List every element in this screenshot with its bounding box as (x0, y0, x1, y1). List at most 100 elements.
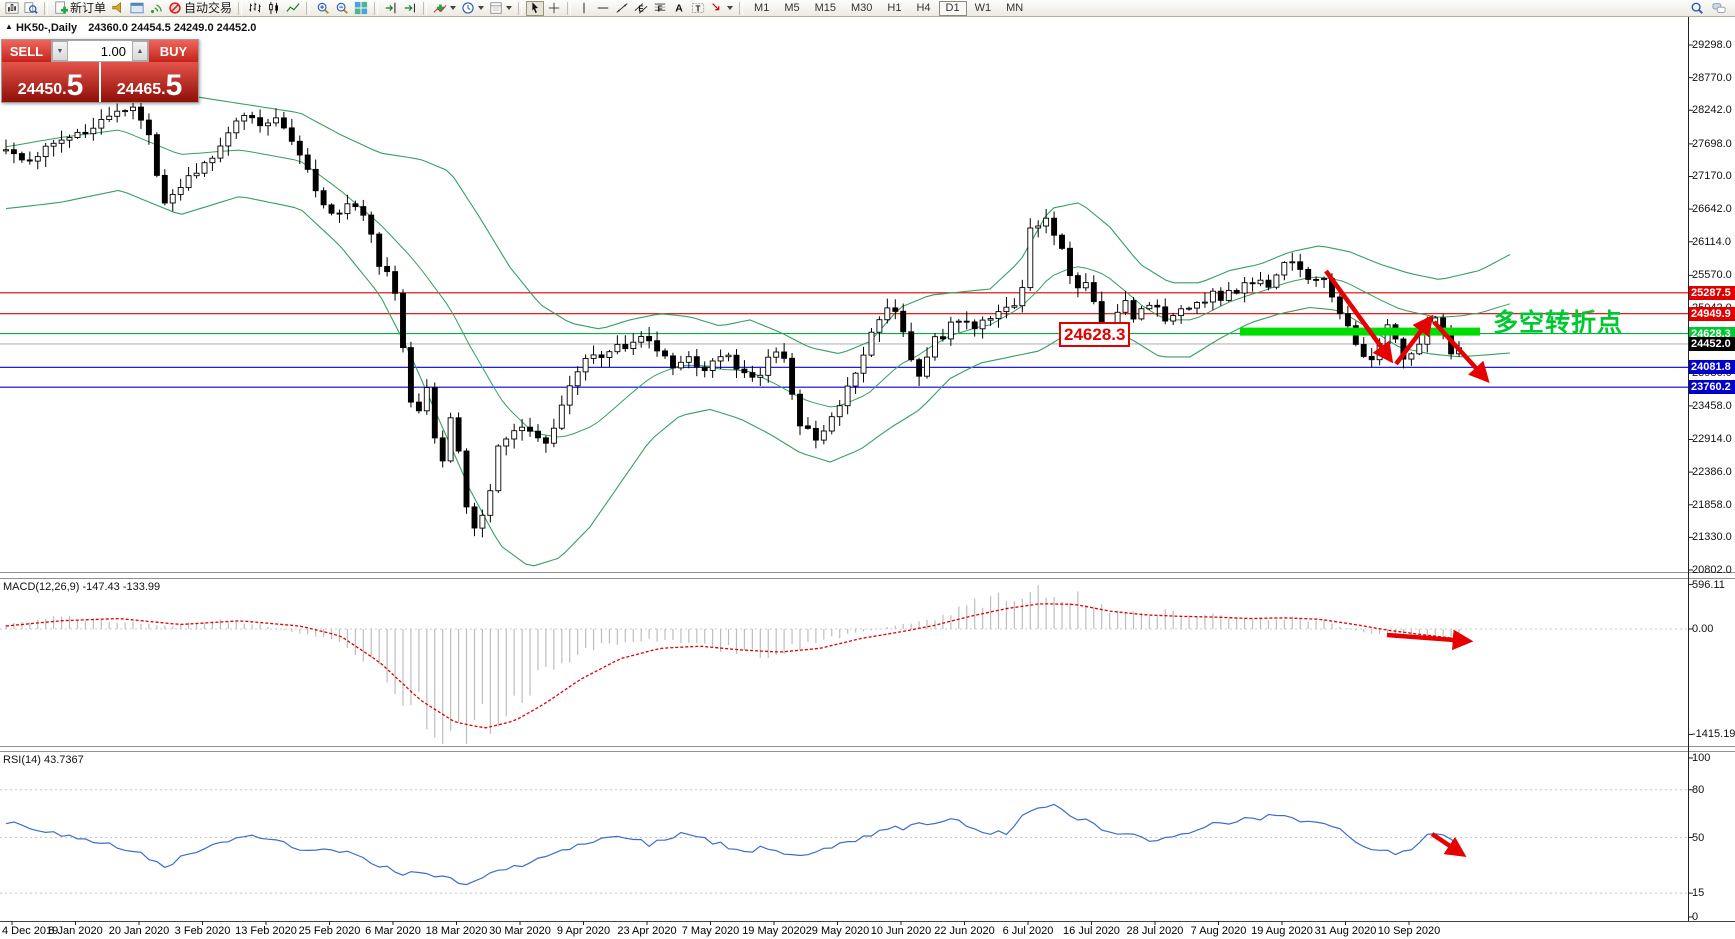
toolbar-separator (518, 2, 522, 15)
text-tool-button[interactable]: A (670, 1, 688, 16)
date-axis-label: 25 Feb 2020 (295, 925, 365, 937)
date-axis-label: 23 Apr 2020 (612, 925, 682, 937)
svg-text:A: A (675, 3, 683, 15)
chart-ohlc-values: 24360.0 24454.5 24249.0 24452.0 (88, 22, 256, 34)
arrows-tool-button[interactable] (708, 1, 735, 16)
text-label-icon: T (691, 1, 705, 15)
auto-scroll-button[interactable] (401, 1, 419, 16)
fibonacci-icon: F (653, 1, 667, 15)
vertical-line-icon (577, 1, 591, 15)
chart-title: ▲ HK50-,Daily 24360.0 24454.5 24249.0 24… (5, 22, 256, 34)
volume-value[interactable]: 1.00 (68, 41, 132, 61)
price-axis-tick: 21858.0 (1692, 498, 1735, 512)
timeframe-button-D1[interactable]: D1 (939, 1, 967, 16)
mt4-window: 新订单 自动交易 EFAT M1M5M15M30H1H4D1W1MN ▲ HK50-,… (0, 0, 1735, 939)
timeframe-button-W1[interactable]: W1 (968, 1, 999, 16)
timeframe-button-M1[interactable]: M1 (747, 1, 776, 16)
price-axis-tick: 27170.0 (1692, 169, 1735, 183)
date-axis-label: 3 Feb 2020 (168, 925, 238, 937)
date-axis-label: 9 Apr 2020 (549, 925, 619, 937)
cursor-icon (528, 1, 542, 15)
tile-windows-button[interactable] (352, 1, 370, 16)
rsi-axis-tick: 15 (1692, 887, 1735, 900)
bar-chart-button[interactable] (246, 1, 264, 16)
date-axis-label: 19 Aug 2020 (1247, 925, 1317, 937)
price-level-callout[interactable]: 24628.3 (1059, 322, 1130, 347)
toolbar-separator (567, 2, 571, 15)
crosshair-button[interactable] (545, 1, 563, 16)
timeframe-button-H1[interactable]: H1 (880, 1, 908, 16)
timeframe-button-H4[interactable]: H4 (909, 1, 937, 16)
chart-profiles-icon (24, 1, 38, 15)
volume-stepper: ▼ 1.00 ▲ (51, 40, 149, 62)
rsi-indicator-label: RSI(14) 43.7367 (3, 754, 84, 766)
trendline-button[interactable] (613, 1, 631, 16)
zoom-in-button[interactable] (314, 1, 332, 16)
autotrading-button[interactable]: 自动交易 (166, 1, 234, 16)
sell-price[interactable]: 24450. 5 (2, 62, 99, 102)
date-axis-label: 10 Jun 2020 (866, 925, 936, 937)
search-button[interactable] (1688, 1, 1706, 16)
signals-button[interactable] (147, 1, 165, 16)
fibonacci-button[interactable]: F (651, 1, 669, 16)
toolbar-separator (739, 2, 743, 15)
rsi-axis-tick: 0 (1692, 911, 1735, 924)
toolbar-separator (44, 2, 48, 15)
toolbar: 新订单 自动交易 EFAT M1M5M15M30H1H4D1W1MN (0, 0, 1735, 17)
date-axis-label: 30 Mar 2020 (485, 925, 555, 937)
date-axis-label: 7 Aug 2020 (1184, 925, 1254, 937)
timeframe-button-M5[interactable]: M5 (777, 1, 806, 16)
zoom-out-icon (335, 1, 349, 15)
periods-button[interactable] (459, 1, 486, 16)
toolbar-separator (374, 2, 378, 15)
indicators-button[interactable] (431, 1, 458, 16)
horizontal-line-button[interactable] (594, 1, 612, 16)
toolbar-button-label: 自动交易 (184, 1, 232, 16)
chat-button[interactable] (1710, 1, 1728, 16)
one-click-collapse-icon[interactable]: ▲ (5, 22, 13, 31)
timeframe-button-MN[interactable]: MN (999, 1, 1030, 16)
chart-canvas[interactable] (0, 0, 1735, 939)
timeframe-button-M30[interactable]: M30 (844, 1, 879, 16)
date-axis-label: 20 Jan 2020 (104, 925, 174, 937)
trendline-icon (615, 1, 629, 15)
alerts-icon (111, 1, 125, 15)
date-axis-label: 29 May 2020 (803, 925, 873, 937)
sell-price-main: 24450. (18, 81, 67, 99)
one-click-trade-panel: SELL ▼ 1.00 ▲ BUY 24450. 5 24465. 5 (1, 39, 199, 103)
new-chart-button[interactable] (3, 1, 21, 16)
price-level-badge: 24949.9 (1689, 307, 1735, 321)
vertical-line-button[interactable] (575, 1, 593, 16)
volume-decrease-button[interactable]: ▼ (52, 41, 68, 61)
price-axis-tick: 28242.0 (1692, 103, 1735, 117)
zoom-out-button[interactable] (333, 1, 351, 16)
search-icon (1690, 1, 1704, 15)
templates-button[interactable] (487, 1, 514, 16)
price-axis-tick: 27698.0 (1692, 137, 1735, 151)
candlestick-chart-icon (267, 1, 281, 15)
equidistant-channel-button[interactable]: E (632, 1, 650, 16)
buy-button[interactable]: BUY (149, 40, 198, 62)
chart-profiles-button[interactable] (22, 1, 40, 16)
line-chart-button[interactable] (284, 1, 302, 16)
text-label-button[interactable]: T (689, 1, 707, 16)
chart-shift-button[interactable] (382, 1, 400, 16)
data-window-button[interactable] (128, 1, 146, 16)
candlestick-chart-button[interactable] (265, 1, 283, 16)
macd-axis-tick: 596.11 (1692, 579, 1735, 592)
zoom-in-icon (316, 1, 330, 15)
toolbar-right-group (1688, 1, 1732, 16)
buy-price-big-digit: 5 (166, 73, 183, 99)
price-level-badge: 25287.5 (1689, 286, 1735, 300)
cursor-button[interactable] (526, 1, 544, 16)
line-chart-icon (286, 1, 300, 15)
buy-price[interactable]: 24465. 5 (101, 62, 198, 102)
alerts-button[interactable] (109, 1, 127, 16)
horizontal-line-icon (596, 1, 610, 15)
price-axis-tick: 26642.0 (1692, 202, 1735, 216)
timeframe-button-M15[interactable]: M15 (808, 1, 843, 16)
new-order-button[interactable]: 新订单 (52, 1, 108, 16)
volume-increase-button[interactable]: ▲ (132, 41, 148, 61)
sell-button[interactable]: SELL (2, 40, 51, 62)
date-axis-label: 6 Jul 2020 (993, 925, 1063, 937)
